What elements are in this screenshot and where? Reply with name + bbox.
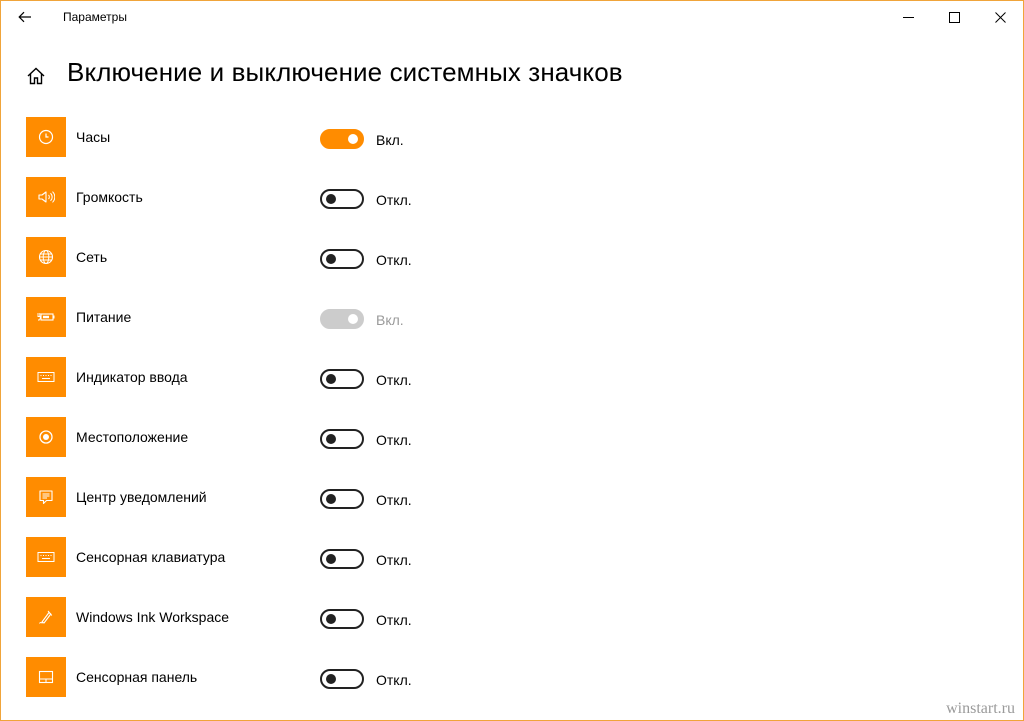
- touchpad-icon: [38, 670, 54, 684]
- row-icon-tile: [26, 357, 66, 397]
- list-item-network: Сеть Откл.: [26, 237, 626, 297]
- pen-icon: [39, 610, 53, 624]
- row-icon-tile: [26, 657, 66, 697]
- touchpad-toggle[interactable]: [320, 669, 364, 689]
- toggle-knob: [348, 134, 358, 144]
- system-icons-list: Часы Вкл. Громкость Откл. Сеть Откл. Пит…: [26, 117, 626, 717]
- toggle-knob: [326, 614, 336, 624]
- close-icon: [994, 11, 1006, 23]
- volume-icon: [38, 191, 55, 203]
- toggle-knob: [326, 434, 336, 444]
- item-label: Сенсорная панель: [76, 669, 198, 685]
- power-toggle: [320, 309, 364, 329]
- home-button[interactable]: [23, 63, 49, 89]
- row-icon-tile: [26, 117, 66, 157]
- location-icon: [39, 430, 53, 444]
- row-icon-tile: [26, 237, 66, 277]
- battery-icon: [37, 313, 55, 321]
- toggle-state-text: Откл.: [376, 252, 412, 268]
- item-label: Индикатор ввода: [76, 369, 188, 385]
- back-arrow-icon: [18, 11, 31, 23]
- toggle-state-text: Откл.: [376, 612, 412, 628]
- minimize-button[interactable]: [885, 1, 931, 33]
- close-button[interactable]: [977, 1, 1023, 33]
- item-label: Центр уведомлений: [76, 489, 207, 505]
- toggle-state-text: Откл.: [376, 372, 412, 388]
- item-label: Сеть: [76, 249, 108, 265]
- list-item-action-center: Центр уведомлений Откл.: [26, 477, 626, 537]
- action-center-icon: [39, 490, 53, 505]
- toggle-state-text: Вкл.: [376, 312, 404, 328]
- toggle-knob: [326, 554, 336, 564]
- toggle-knob: [326, 194, 336, 204]
- row-icon-tile: [26, 537, 66, 577]
- minimize-icon: [902, 16, 914, 18]
- toggle-knob: [326, 674, 336, 684]
- toggle-state-text: Откл.: [376, 432, 412, 448]
- row-icon-tile: [26, 477, 66, 517]
- row-icon-tile: [26, 597, 66, 637]
- title-bar: Параметры: [1, 1, 1023, 33]
- toggle-state-text: Откл.: [376, 552, 412, 568]
- app-title: Параметры: [63, 10, 127, 24]
- list-item-touch-keyboard: Сенсорная клавиатура Откл.: [26, 537, 626, 597]
- list-item-input-indicator: Индикатор ввода Откл.: [26, 357, 626, 417]
- item-label: Часы: [76, 129, 111, 145]
- toggle-state-text: Вкл.: [376, 132, 404, 148]
- list-item-windows-ink: Windows Ink Workspace Откл.: [26, 597, 626, 657]
- settings-window: Параметры Включение и выключение системн…: [0, 0, 1024, 721]
- item-label: Громкость: [76, 189, 143, 205]
- row-icon-tile: [26, 417, 66, 457]
- toggle-state-text: Откл.: [376, 192, 412, 208]
- list-item-power: Питание Вкл.: [26, 297, 626, 357]
- list-item-clock: Часы Вкл.: [26, 117, 626, 177]
- page-title: Включение и выключение системных значков: [67, 57, 623, 87]
- list-item-touchpad: Сенсорная панель Откл.: [26, 657, 626, 717]
- item-label: Питание: [76, 309, 132, 325]
- touch-keyboard-toggle[interactable]: [320, 549, 364, 569]
- list-item-location: Местоположение Откл.: [26, 417, 626, 477]
- item-label: Сенсорная клавиатура: [76, 549, 226, 565]
- watermark: winstart.ru: [946, 700, 1015, 717]
- list-item-volume: Громкость Откл.: [26, 177, 626, 237]
- toggle-knob: [326, 494, 336, 504]
- windows-ink-toggle[interactable]: [320, 609, 364, 629]
- back-button[interactable]: [9, 1, 41, 33]
- toggle-state-text: Откл.: [376, 492, 412, 508]
- clock-icon: [38, 129, 54, 145]
- touch-keyboard-icon: [37, 552, 55, 562]
- toggle-state-text: Откл.: [376, 672, 412, 688]
- maximize-icon: [948, 11, 960, 23]
- action-center-toggle[interactable]: [320, 489, 364, 509]
- toggle-knob: [348, 314, 358, 324]
- location-toggle[interactable]: [320, 429, 364, 449]
- item-label: Местоположение: [76, 429, 189, 445]
- clock-toggle[interactable]: [320, 129, 364, 149]
- toggle-knob: [326, 374, 336, 384]
- input-indicator-toggle[interactable]: [320, 369, 364, 389]
- keyboard-icon: [37, 372, 55, 382]
- toggle-knob: [326, 254, 336, 264]
- maximize-button[interactable]: [931, 1, 977, 33]
- volume-toggle[interactable]: [320, 189, 364, 209]
- home-icon: [27, 67, 45, 85]
- row-icon-tile: [26, 297, 66, 337]
- network-toggle[interactable]: [320, 249, 364, 269]
- row-icon-tile: [26, 177, 66, 217]
- globe-icon: [38, 249, 54, 265]
- item-label: Windows Ink Workspace: [76, 609, 230, 625]
